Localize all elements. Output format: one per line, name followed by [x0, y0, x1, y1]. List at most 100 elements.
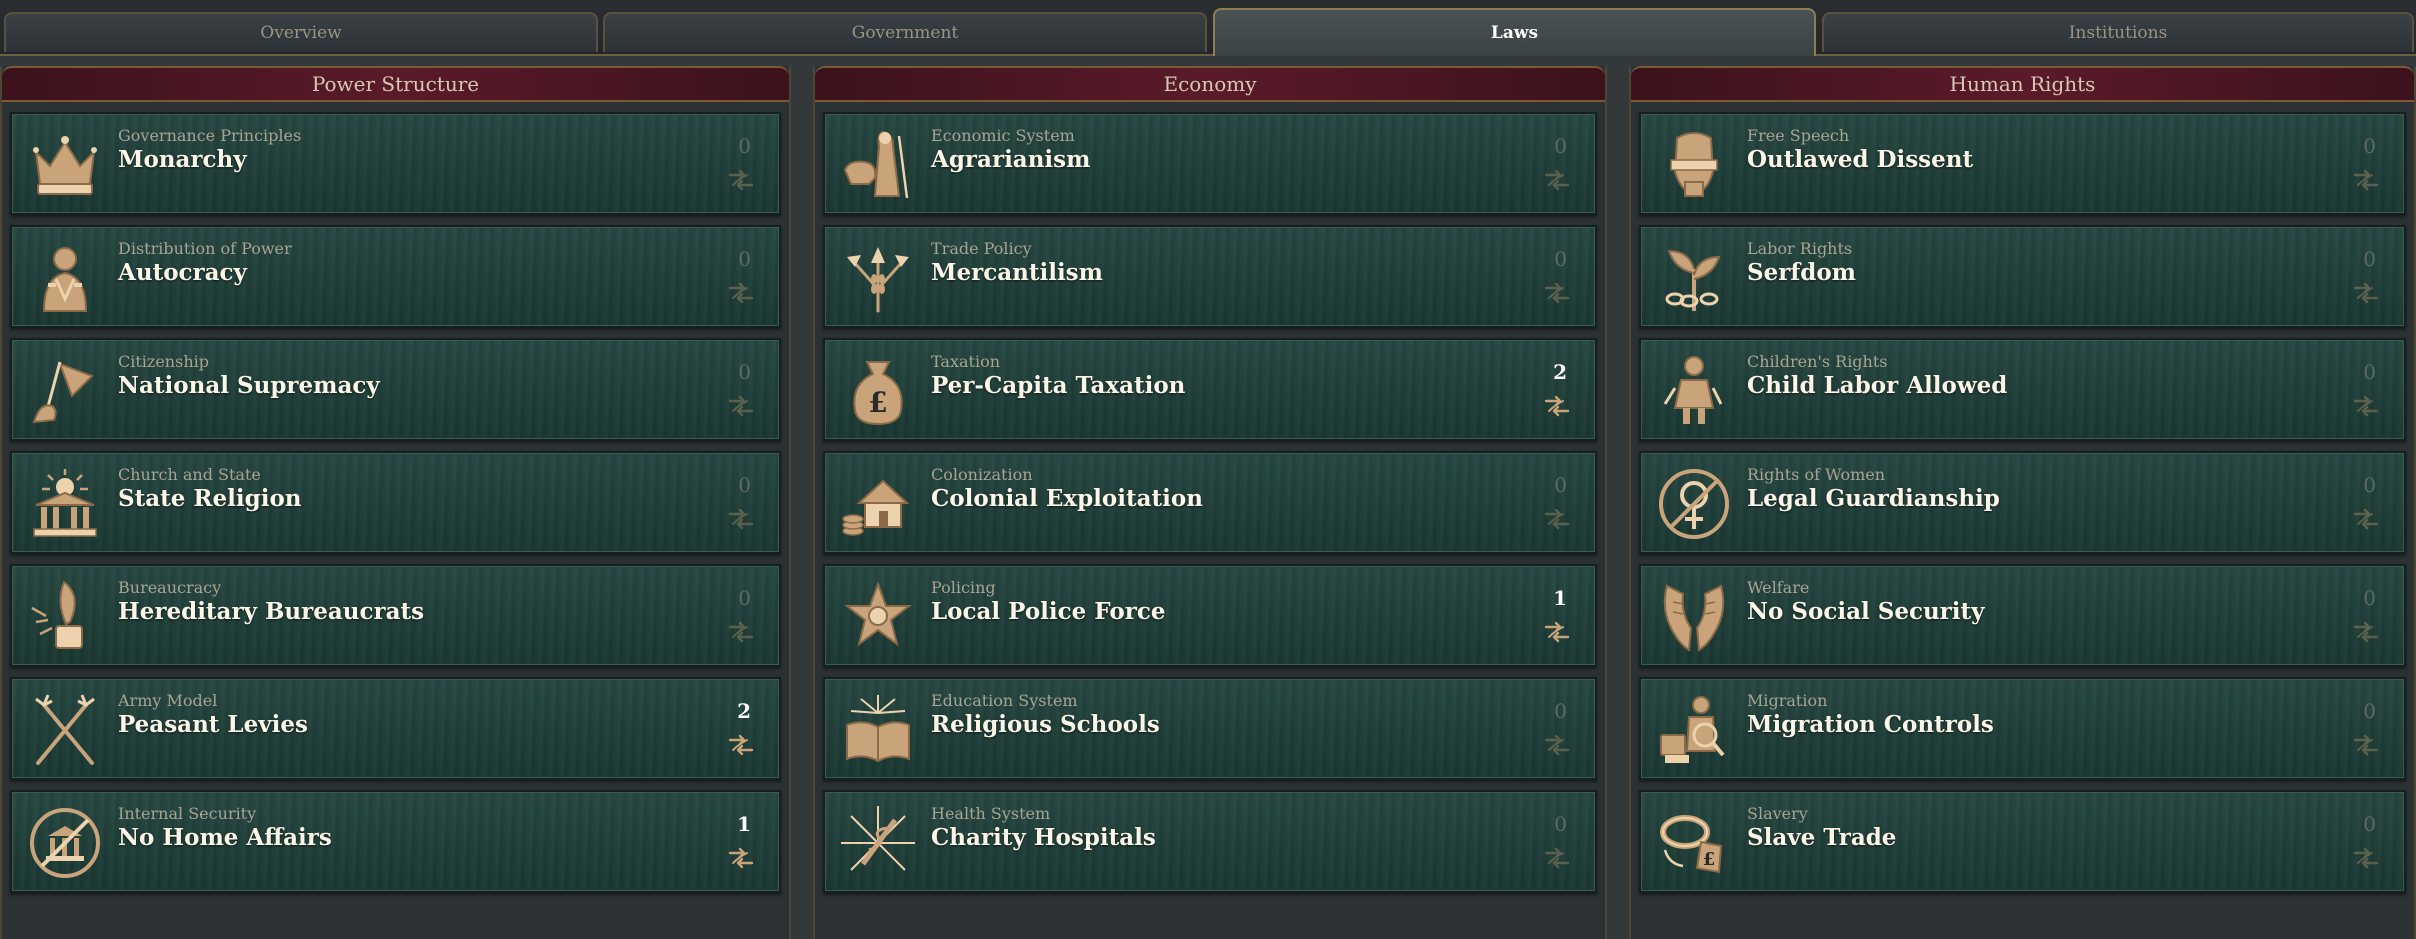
law-card[interactable]: Labor Rights Serfdom 0 [1639, 225, 2406, 328]
law-list: Free Speech Outlawed Dissent 0 Labor Rig… [1631, 102, 2414, 893]
law-card[interactable]: Health System Charity Hospitals 0 [823, 790, 1597, 893]
law-change-count: 0 [738, 473, 751, 497]
law-change-count: 0 [2363, 699, 2376, 723]
law-group-label: Slavery [1747, 804, 1808, 823]
law-card[interactable]: Free Speech Outlawed Dissent 0 [1639, 112, 2406, 215]
law-card[interactable]: Welfare No Social Security 0 [1639, 564, 2406, 667]
change-law-icon[interactable] [2352, 281, 2380, 305]
law-card[interactable]: Bureaucracy Hereditary Bureaucrats 0 [10, 564, 781, 667]
shackle-tag-icon: £ [1655, 804, 1733, 882]
change-law-icon[interactable] [1543, 394, 1571, 418]
law-change-count: 0 [2363, 473, 2376, 497]
law-list: Governance Principles Monarchy 0 Distrib… [2, 102, 789, 893]
change-law-icon[interactable] [1543, 846, 1571, 870]
law-name: Local Police Force [931, 598, 1166, 625]
change-law-icon[interactable] [727, 168, 755, 192]
law-card[interactable]: Church and State State Religion 0 [10, 451, 781, 554]
change-law-icon[interactable] [2352, 846, 2380, 870]
column-power-structure: Power Structure Governance Principles Mo… [0, 66, 791, 939]
change-law-icon[interactable] [2352, 620, 2380, 644]
change-law-icon[interactable] [1543, 281, 1571, 305]
law-card[interactable]: Colonization Colonial Exploitation 0 [823, 451, 1597, 554]
law-card[interactable]: £ Slavery Slave Trade 0 [1639, 790, 2406, 893]
law-card[interactable]: Rights of Women Legal Guardianship 0 [1639, 451, 2406, 554]
law-card[interactable]: Citizenship National Supremacy 0 [10, 338, 781, 441]
change-law-icon[interactable] [727, 846, 755, 870]
change-law-icon[interactable] [1543, 733, 1571, 757]
law-change-count: 0 [2363, 134, 2376, 158]
law-name: Per-Capita Taxation [931, 372, 1186, 399]
law-change-count: 1 [1553, 586, 1567, 610]
law-card[interactable]: Education System Religious Schools 0 [823, 677, 1597, 780]
law-card[interactable]: Distribution of Power Autocracy 0 [10, 225, 781, 328]
law-change-count: 0 [2363, 360, 2376, 384]
law-change-count: 0 [1554, 473, 1567, 497]
tab-institutions[interactable]: Institutions [1822, 12, 2414, 52]
money-bag-icon: £ [839, 352, 917, 430]
farmer-cow-icon [839, 126, 917, 204]
law-card[interactable]: Children's Rights Child Labor Allowed 0 [1639, 338, 2406, 441]
law-group-label: Policing [931, 578, 996, 597]
tab-government[interactable]: Government [603, 12, 1207, 52]
law-group-label: Free Speech [1747, 126, 1850, 145]
law-card[interactable]: Army Model Peasant Levies 2 [10, 677, 781, 780]
law-list: Economic System Agrarianism 0 Trade Poli… [815, 102, 1605, 893]
column-title: Human Rights [1631, 66, 2414, 102]
law-group-label: Church and State [118, 465, 261, 484]
law-card[interactable]: Internal Security No Home Affairs 1 [10, 790, 781, 893]
caduceus-burst-icon [839, 804, 917, 882]
law-card[interactable]: Policing Local Police Force 1 [823, 564, 1597, 667]
change-law-icon[interactable] [2352, 733, 2380, 757]
change-law-icon[interactable] [2352, 168, 2380, 192]
law-group-label: Governance Principles [118, 126, 302, 145]
law-card[interactable]: Trade Policy Mercantilism 0 [823, 225, 1597, 328]
change-law-icon[interactable] [2352, 394, 2380, 418]
law-group-label: Economic System [931, 126, 1075, 145]
house-coins-icon [839, 465, 917, 543]
law-group-label: Taxation [931, 352, 1001, 371]
law-card[interactable]: Economic System Agrarianism 0 [823, 112, 1597, 215]
column-economy: Economy Economic System Agrarianism 0 Tr… [813, 66, 1607, 939]
autocrat-bust-icon [26, 239, 104, 317]
change-law-icon[interactable] [727, 394, 755, 418]
svg-text:£: £ [1703, 849, 1716, 870]
law-change-count: 1 [737, 812, 751, 836]
law-name: Monarchy [118, 146, 247, 173]
change-law-icon[interactable] [727, 281, 755, 305]
crossed-building-icon [26, 804, 104, 882]
empty-hands-icon [1655, 578, 1733, 656]
change-law-icon[interactable] [727, 733, 755, 757]
change-law-icon[interactable] [1543, 507, 1571, 531]
law-change-count: 0 [738, 247, 751, 271]
law-name: Serfdom [1747, 259, 1857, 286]
law-name: Mercantilism [931, 259, 1103, 286]
change-law-icon[interactable] [727, 507, 755, 531]
law-name: Charity Hospitals [931, 824, 1156, 851]
plant-chain-icon [1655, 239, 1733, 317]
law-change-count: 0 [1554, 699, 1567, 723]
child-worker-icon [1655, 352, 1733, 430]
tab-laws[interactable]: Laws [1213, 8, 1816, 56]
law-change-count: 2 [737, 699, 751, 723]
law-name: Agrarianism [931, 146, 1091, 173]
change-law-icon[interactable] [2352, 507, 2380, 531]
law-change-count: 2 [1553, 360, 1567, 384]
law-group-label: Migration [1747, 691, 1828, 710]
law-change-count: 0 [738, 586, 751, 610]
wheat-arrows-icon [839, 239, 917, 317]
law-card[interactable]: £ Taxation Per-Capita Taxation 2 [823, 338, 1597, 441]
svg-text:£: £ [868, 386, 887, 419]
law-name: National Supremacy [118, 372, 380, 399]
law-tab-bar: Overview Government Laws Institutions [0, 0, 2416, 56]
change-law-icon[interactable] [1543, 168, 1571, 192]
change-law-icon[interactable] [727, 620, 755, 644]
law-group-label: Trade Policy [931, 239, 1032, 258]
tab-overview[interactable]: Overview [4, 12, 598, 52]
law-card[interactable]: Governance Principles Monarchy 0 [10, 112, 781, 215]
law-name: Slave Trade [1747, 824, 1897, 851]
change-law-icon[interactable] [1543, 620, 1571, 644]
crown-icon [26, 126, 104, 204]
law-group-label: Children's Rights [1747, 352, 1888, 371]
law-card[interactable]: Migration Migration Controls 0 [1639, 677, 2406, 780]
law-change-count: 0 [738, 360, 751, 384]
